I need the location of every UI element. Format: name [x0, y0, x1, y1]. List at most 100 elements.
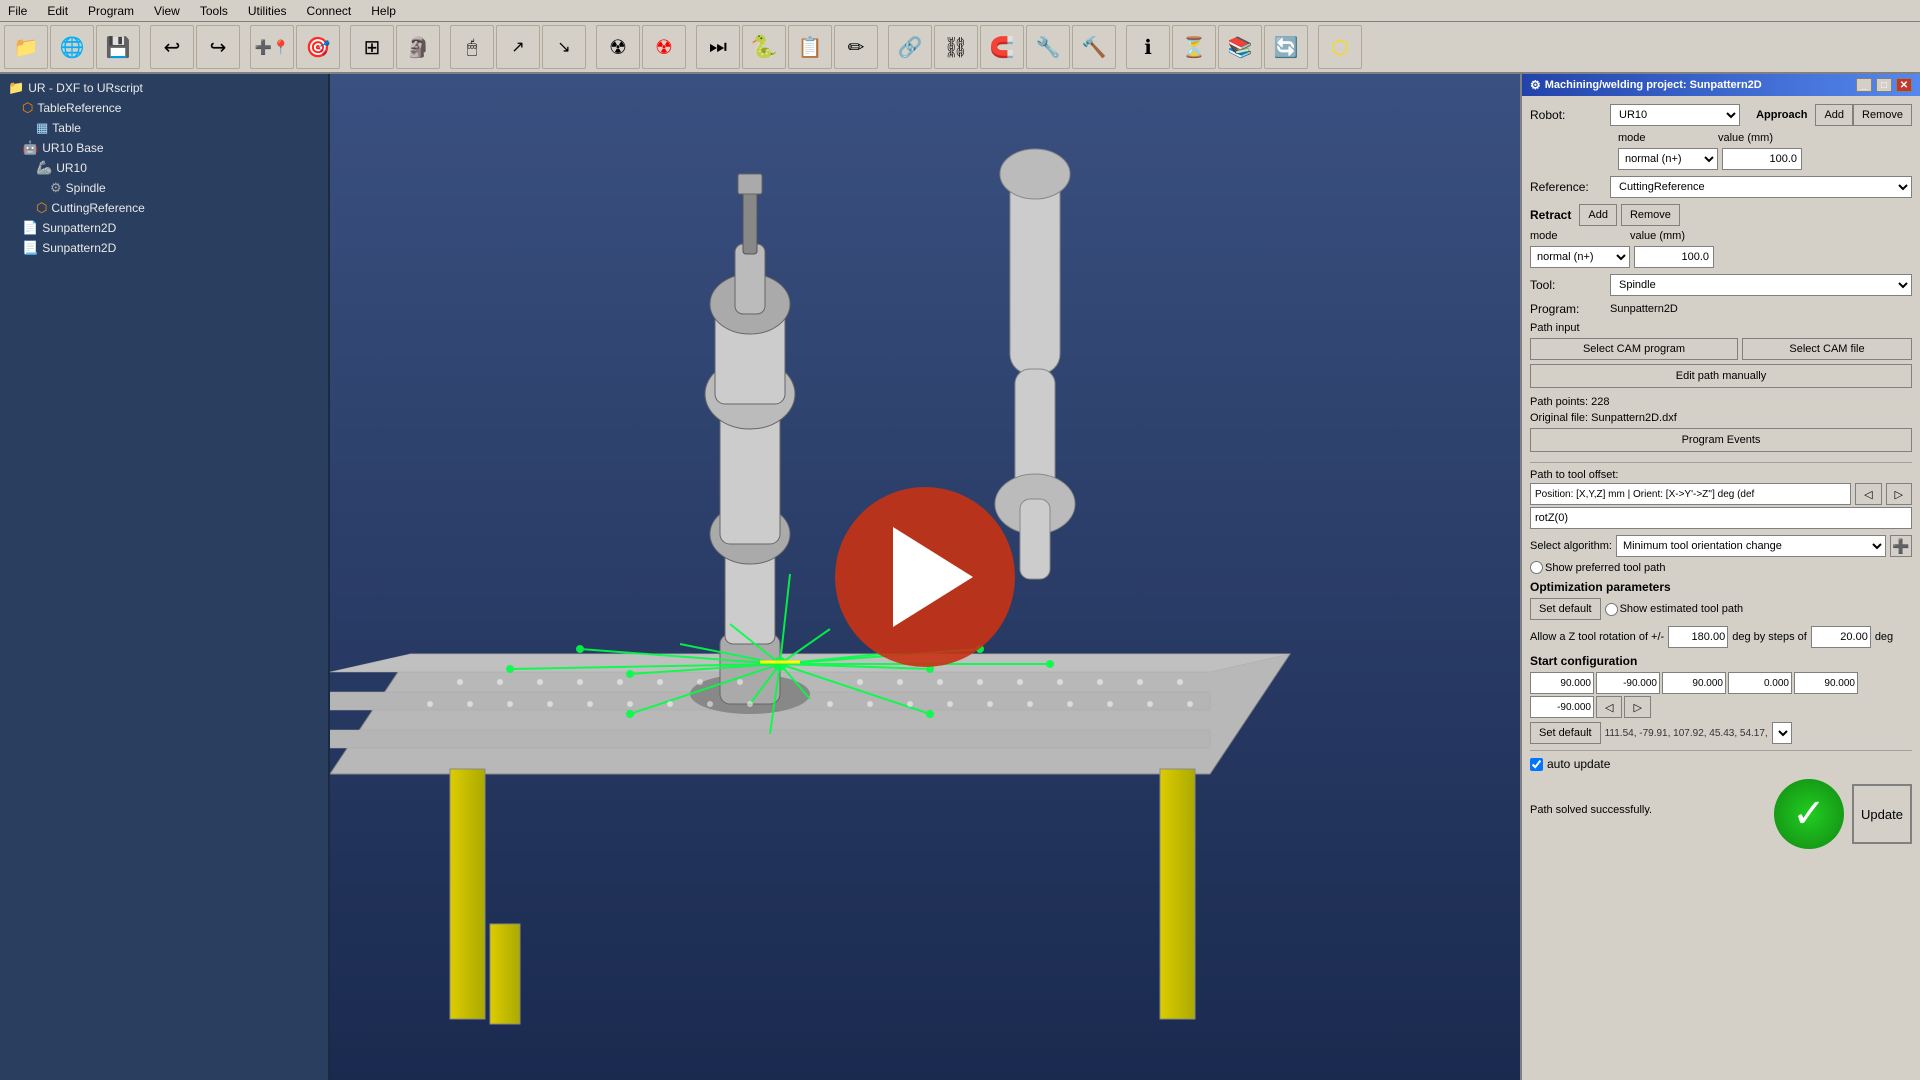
approach-mode-select[interactable]: normal (n+) [1618, 148, 1718, 170]
allow-z-input[interactable] [1668, 626, 1728, 648]
tree-item-tablereference[interactable]: ⬡ TableReference [4, 98, 324, 118]
toolbar-wire[interactable]: 🔗 [888, 25, 932, 69]
toolbar-sync[interactable]: 🔄 [1264, 25, 1308, 69]
robot-select[interactable]: UR10 [1610, 104, 1740, 126]
set-default2-btn[interactable]: Set default [1530, 722, 1601, 744]
config-input-1[interactable] [1530, 672, 1594, 694]
config-input-5[interactable] [1794, 672, 1858, 694]
reference-select[interactable]: CuttingReference [1610, 176, 1912, 198]
program-row: Program: Sunpattern2D [1530, 302, 1912, 316]
tree-item-ur10base[interactable]: 🤖 UR10 Base [4, 138, 324, 158]
play-button[interactable] [835, 487, 1015, 667]
toolbar-edit[interactable]: ✏ [834, 25, 878, 69]
config-input-3[interactable] [1662, 672, 1726, 694]
path-input-label: Path input [1530, 322, 1912, 334]
retract-remove-btn[interactable]: Remove [1621, 204, 1680, 226]
toolbar-3d[interactable]: 🗿 [396, 25, 440, 69]
toolbar-undo[interactable]: ↩ [150, 25, 194, 69]
toolbar-radiation2[interactable]: ☢ [642, 25, 686, 69]
menu-help[interactable]: Help [367, 2, 400, 20]
toolbar-python[interactable]: 🐍 [742, 25, 786, 69]
tree-label-sunpattern1: Sunpattern2D [42, 221, 116, 235]
menu-file[interactable]: File [4, 2, 31, 20]
toolbar-skip[interactable]: ⏭ [696, 25, 740, 69]
path-offset-input2[interactable] [1530, 507, 1912, 529]
edit-path-btn[interactable]: Edit path manually [1530, 364, 1912, 388]
tree-item-spindle[interactable]: ⚙ Spindle [4, 178, 324, 198]
tree-item-cuttingref[interactable]: ⬡ CuttingReference [4, 198, 324, 218]
toolbar-cursor3[interactable]: ↘ [542, 25, 586, 69]
toolbar-globe[interactable]: 🌐 [50, 25, 94, 69]
path-offset-btn2[interactable]: ▷ [1886, 483, 1912, 505]
dialog-panel: ⚙ Machining/welding project: Sunpattern2… [1520, 74, 1920, 1080]
show-preferred-radio[interactable] [1530, 561, 1543, 574]
select-cam-file-btn[interactable]: Select CAM file [1742, 338, 1912, 360]
config-btn2[interactable]: ▷ [1624, 696, 1650, 718]
toolbar-calibrate[interactable]: 🔧 [1026, 25, 1070, 69]
toolbar-redo[interactable]: ↪ [196, 25, 240, 69]
toolbar-open[interactable]: 📁 [4, 25, 48, 69]
menu-view[interactable]: View [150, 2, 184, 20]
config-input-2[interactable] [1596, 672, 1660, 694]
program-events-btn[interactable]: Program Events [1530, 428, 1912, 452]
toolbar-fit[interactable]: ⊞ [350, 25, 394, 69]
optim-btns-row: Set default Show estimated tool path [1530, 598, 1912, 620]
viewport[interactable] [330, 74, 1520, 1080]
path-offset-row: Path to tool offset: [1530, 469, 1912, 481]
tree-item-sunpattern2d-1[interactable]: 📄 Sunpattern2D [4, 218, 324, 238]
config-input-6[interactable] [1530, 696, 1594, 718]
retract-value-input[interactable] [1634, 246, 1714, 268]
retract-add-btn[interactable]: Add [1579, 204, 1617, 226]
toolbar-cursor2[interactable]: ↗ [496, 25, 540, 69]
config-inputs-row: ◁ ▷ [1530, 672, 1912, 718]
tree-item-root[interactable]: 📁 UR - DXF to URscript [4, 78, 324, 98]
tool-select[interactable]: Spindle [1610, 274, 1912, 296]
value-header-label: value (mm) [1718, 132, 1798, 144]
toolbar-radiation[interactable]: ☢ [596, 25, 640, 69]
tree-item-table[interactable]: ▦ Table [4, 118, 324, 138]
toolbar-gold[interactable]: ⬡ [1318, 25, 1362, 69]
menu-utilities[interactable]: Utilities [244, 2, 291, 20]
toolbar-layers[interactable]: 📚 [1218, 25, 1262, 69]
auto-update-checkbox[interactable] [1530, 758, 1543, 771]
select-cam-program-btn[interactable]: Select CAM program [1530, 338, 1738, 360]
config-dropdown[interactable]: ▼ [1772, 722, 1792, 744]
dialog-minimize[interactable]: _ [1856, 78, 1872, 92]
algo-add-btn[interactable]: ➕ [1890, 535, 1912, 557]
menu-tools[interactable]: Tools [196, 2, 232, 20]
set-default-btn[interactable]: Set default [1530, 598, 1601, 620]
toolbar-info[interactable]: ℹ [1126, 25, 1170, 69]
toolbar-wire2[interactable]: ⛓ [934, 25, 978, 69]
menu-connect[interactable]: Connect [303, 2, 356, 20]
config-btn1[interactable]: ◁ [1596, 696, 1622, 718]
toolbar-target[interactable]: 🎯 [296, 25, 340, 69]
remove-approach-btn[interactable]: Remove [1853, 104, 1912, 126]
toolbar-wrench2[interactable]: 🔨 [1072, 25, 1116, 69]
steps-input[interactable] [1811, 626, 1871, 648]
tree-item-sunpattern2d-2[interactable]: 📃 Sunpattern2D [4, 238, 324, 258]
optim-params-header: Optimization parameters [1530, 580, 1912, 594]
separator-1 [1530, 462, 1912, 463]
update-btn[interactable]: Update [1852, 784, 1912, 844]
original-file-info: Original file: Sunpattern2D.dxf [1530, 412, 1912, 424]
path-offset-btn1[interactable]: ◁ [1855, 483, 1881, 505]
dialog-close[interactable]: ✕ [1896, 78, 1912, 92]
dialog-maximize[interactable]: □ [1876, 78, 1892, 92]
config-input-4[interactable] [1728, 672, 1792, 694]
retract-mode-select[interactable]: normal (n+) [1530, 246, 1630, 268]
toolbar-add-point[interactable]: ➕📍 [250, 25, 294, 69]
add-approach-btn[interactable]: Add [1815, 104, 1853, 126]
toolbar-wire3[interactable]: 🧲 [980, 25, 1024, 69]
tree-item-ur10[interactable]: 🦾 UR10 [4, 158, 324, 178]
approach-value-input[interactable] [1722, 148, 1802, 170]
allow-z-row: Allow a Z tool rotation of +/- deg by st… [1530, 626, 1912, 648]
toolbar-timer[interactable]: ⏳ [1172, 25, 1216, 69]
show-estimated-radio[interactable] [1605, 603, 1618, 616]
path-offset-input1[interactable] [1530, 483, 1851, 505]
toolbar-add-program[interactable]: 📋 [788, 25, 832, 69]
menu-edit[interactable]: Edit [43, 2, 72, 20]
algo-select[interactable]: Minimum tool orientation change [1616, 535, 1886, 557]
menu-program[interactable]: Program [84, 2, 138, 20]
toolbar-select[interactable]: 🖱 [450, 25, 494, 69]
toolbar-save[interactable]: 💾 [96, 25, 140, 69]
